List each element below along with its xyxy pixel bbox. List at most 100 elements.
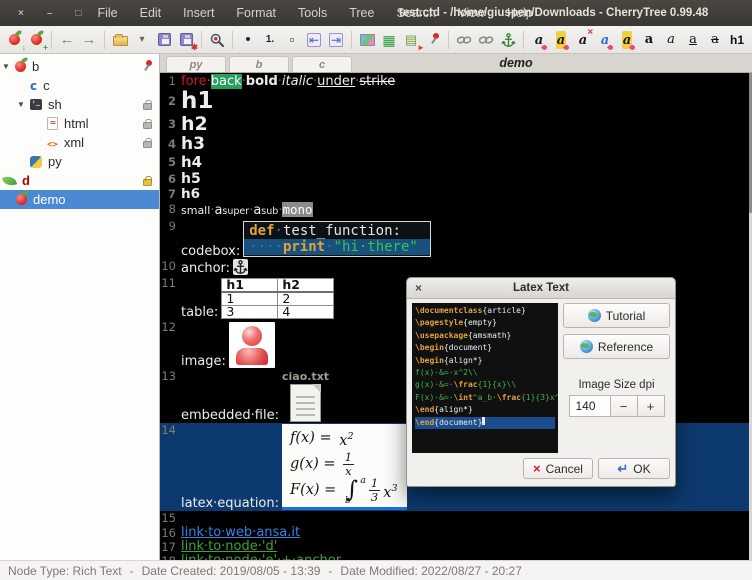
open-recent-caret-icon[interactable]: ▾: [131, 29, 153, 51]
color-foreground-icon[interactable]: [528, 29, 550, 51]
minimize-icon[interactable]: –: [47, 8, 53, 19]
editor-line-7[interactable]: 7h6: [160, 187, 752, 202]
editor-line-5[interactable]: 5h4: [160, 154, 752, 171]
insert-link-icon[interactable]: [453, 29, 475, 51]
editor-line-9[interactable]: 9codebox:def·test_function:····print·"hi…: [160, 219, 752, 259]
tutorial-button[interactable]: Tutorial: [563, 303, 670, 328]
tree-item-html[interactable]: html: [0, 114, 159, 133]
menu-item-edit[interactable]: Edit: [140, 6, 162, 20]
embedded-image[interactable]: [229, 322, 275, 368]
embedded-file[interactable]: ciao.txt: [282, 370, 329, 422]
editor-line-15[interactable]: 15: [160, 511, 752, 526]
insert-subnode-icon[interactable]: +: [25, 29, 47, 51]
dpi-increase-button[interactable]: +: [638, 395, 665, 417]
insert-image-icon[interactable]: [356, 29, 378, 51]
todo-list-icon[interactable]: ▫: [281, 29, 303, 51]
italic-icon[interactable]: a: [660, 29, 682, 51]
web-link[interactable]: link·to·web·ansa.it: [181, 526, 300, 540]
tree-item-b[interactable]: ▼b: [0, 57, 159, 76]
numbered-list-icon[interactable]: 1.: [259, 29, 281, 51]
h2-icon[interactable]: h2: [748, 29, 752, 51]
go-back-icon[interactable]: ←: [56, 29, 78, 51]
tree-item-d[interactable]: d: [0, 171, 159, 190]
node-link-e-anchor[interactable]: link·to·node·'e'·+·anchor: [181, 554, 341, 560]
insert-table-icon[interactable]: ▦: [378, 29, 400, 51]
table-cell: 3: [222, 306, 278, 319]
insert-codebox-icon[interactable]: ▤▸: [400, 29, 422, 51]
line-number: 5: [160, 154, 181, 171]
bullet-list-icon[interactable]: •: [237, 29, 259, 51]
table-cell: 4: [278, 306, 334, 319]
editor-line-10[interactable]: 10anchor:: [160, 259, 752, 276]
editor-line-17[interactable]: 17link·to·node·'d': [160, 540, 752, 554]
dialog-close-icon[interactable]: ×: [415, 281, 422, 295]
tree-item-xml[interactable]: xml: [0, 133, 159, 152]
window-controls: × – □: [0, 8, 97, 19]
maximize-icon[interactable]: □: [75, 8, 81, 19]
menu-item-tree[interactable]: Tree: [349, 6, 374, 20]
insert-node-icon[interactable]: ↓: [3, 29, 25, 51]
style-latest-icon[interactable]: [594, 29, 616, 51]
go-forward-icon[interactable]: →: [78, 29, 100, 51]
terminal-icon: [30, 99, 42, 110]
anchor-icon[interactable]: [233, 259, 248, 275]
dpi-spinner: 140 − +: [563, 395, 670, 417]
save-icon[interactable]: [153, 29, 175, 51]
find-icon[interactable]: [206, 29, 228, 51]
h1-icon[interactable]: h1: [726, 29, 748, 51]
remove-link-icon[interactable]: [475, 29, 497, 51]
status-date-created: Date Created: 2019/08/05 - 13:39: [142, 564, 321, 578]
lock-yellow-icon: [143, 174, 152, 189]
highlight-icon[interactable]: [616, 29, 638, 51]
indent-icon[interactable]: ⇥: [325, 29, 347, 51]
insert-latex-icon[interactable]: [422, 29, 444, 51]
editor-line-8[interactable]: 8small·asuper·asub·mono: [160, 202, 752, 219]
save-as-icon[interactable]: ✱: [175, 29, 197, 51]
tree-item-demo[interactable]: demo: [0, 190, 159, 209]
tree-item-label: demo: [33, 192, 66, 207]
editor-line-3[interactable]: 3h2: [160, 114, 752, 135]
strike-icon[interactable]: a: [704, 29, 726, 51]
unindent-icon[interactable]: ⇤: [303, 29, 325, 51]
node-link-d[interactable]: link·to·node·'d': [181, 540, 277, 554]
latex-source-line: \pagestyle{empty}: [415, 317, 555, 329]
editor-line-2[interactable]: 2h1: [160, 89, 752, 114]
close-icon[interactable]: ×: [18, 8, 24, 19]
latex-equation-image[interactable]: f(x) = x2g(x) = 1xF(x) = ∫ab13x3: [282, 424, 407, 510]
insert-anchor-icon[interactable]: [497, 29, 519, 51]
underline-icon[interactable]: a: [682, 29, 704, 51]
editor-line-6[interactable]: 6h5: [160, 171, 752, 187]
ok-button[interactable]: ↵ OK: [598, 458, 670, 479]
line-number: 14: [160, 423, 181, 438]
menu-item-file[interactable]: File: [97, 6, 117, 20]
line-number: 10: [160, 259, 181, 274]
tree-item-py[interactable]: py: [0, 152, 159, 171]
expander-icon[interactable]: ▼: [2, 62, 10, 71]
tree-item-c[interactable]: c: [0, 76, 159, 95]
latex-source-editor[interactable]: \documentclass{article}\pagestyle{empty}…: [412, 303, 558, 453]
editor-line-18[interactable]: 18link·to·node·'e'·+·anchor: [160, 554, 752, 560]
tree-item-label: c: [43, 78, 50, 93]
text-token: sub: [261, 204, 278, 219]
codebox[interactable]: def·test_function:····print·"hi·there": [243, 221, 431, 257]
text-token: mono: [282, 202, 312, 217]
menu-item-format[interactable]: Format: [236, 6, 276, 20]
latex-source-line: \begin{align*}: [415, 355, 555, 367]
editor-line-16[interactable]: 16link·to·web·ansa.it: [160, 526, 752, 540]
color-background-icon[interactable]: [550, 29, 572, 51]
tree-panel[interactable]: ▼b c ▼shhtmlxmlpyd demo: [0, 54, 160, 560]
menu-item-insert[interactable]: Insert: [183, 6, 214, 20]
color-clear-icon[interactable]: [572, 29, 594, 51]
cancel-button[interactable]: × Cancel: [523, 458, 593, 479]
editor-line-4[interactable]: 4h3: [160, 135, 752, 154]
open-file-icon[interactable]: [109, 29, 131, 51]
dpi-decrease-button[interactable]: −: [611, 395, 638, 417]
bold-icon[interactable]: a: [638, 29, 660, 51]
tree-item-sh[interactable]: ▼sh: [0, 95, 159, 114]
embedded-table[interactable]: h1h21234: [221, 278, 334, 319]
editor-line-1[interactable]: 1fore·back·bold·italic·under·strike: [160, 74, 752, 89]
reference-button[interactable]: Reference: [563, 334, 670, 359]
dpi-input[interactable]: 140: [569, 395, 611, 417]
expander-icon[interactable]: ▼: [17, 100, 25, 109]
menu-item-tools[interactable]: Tools: [298, 6, 327, 20]
